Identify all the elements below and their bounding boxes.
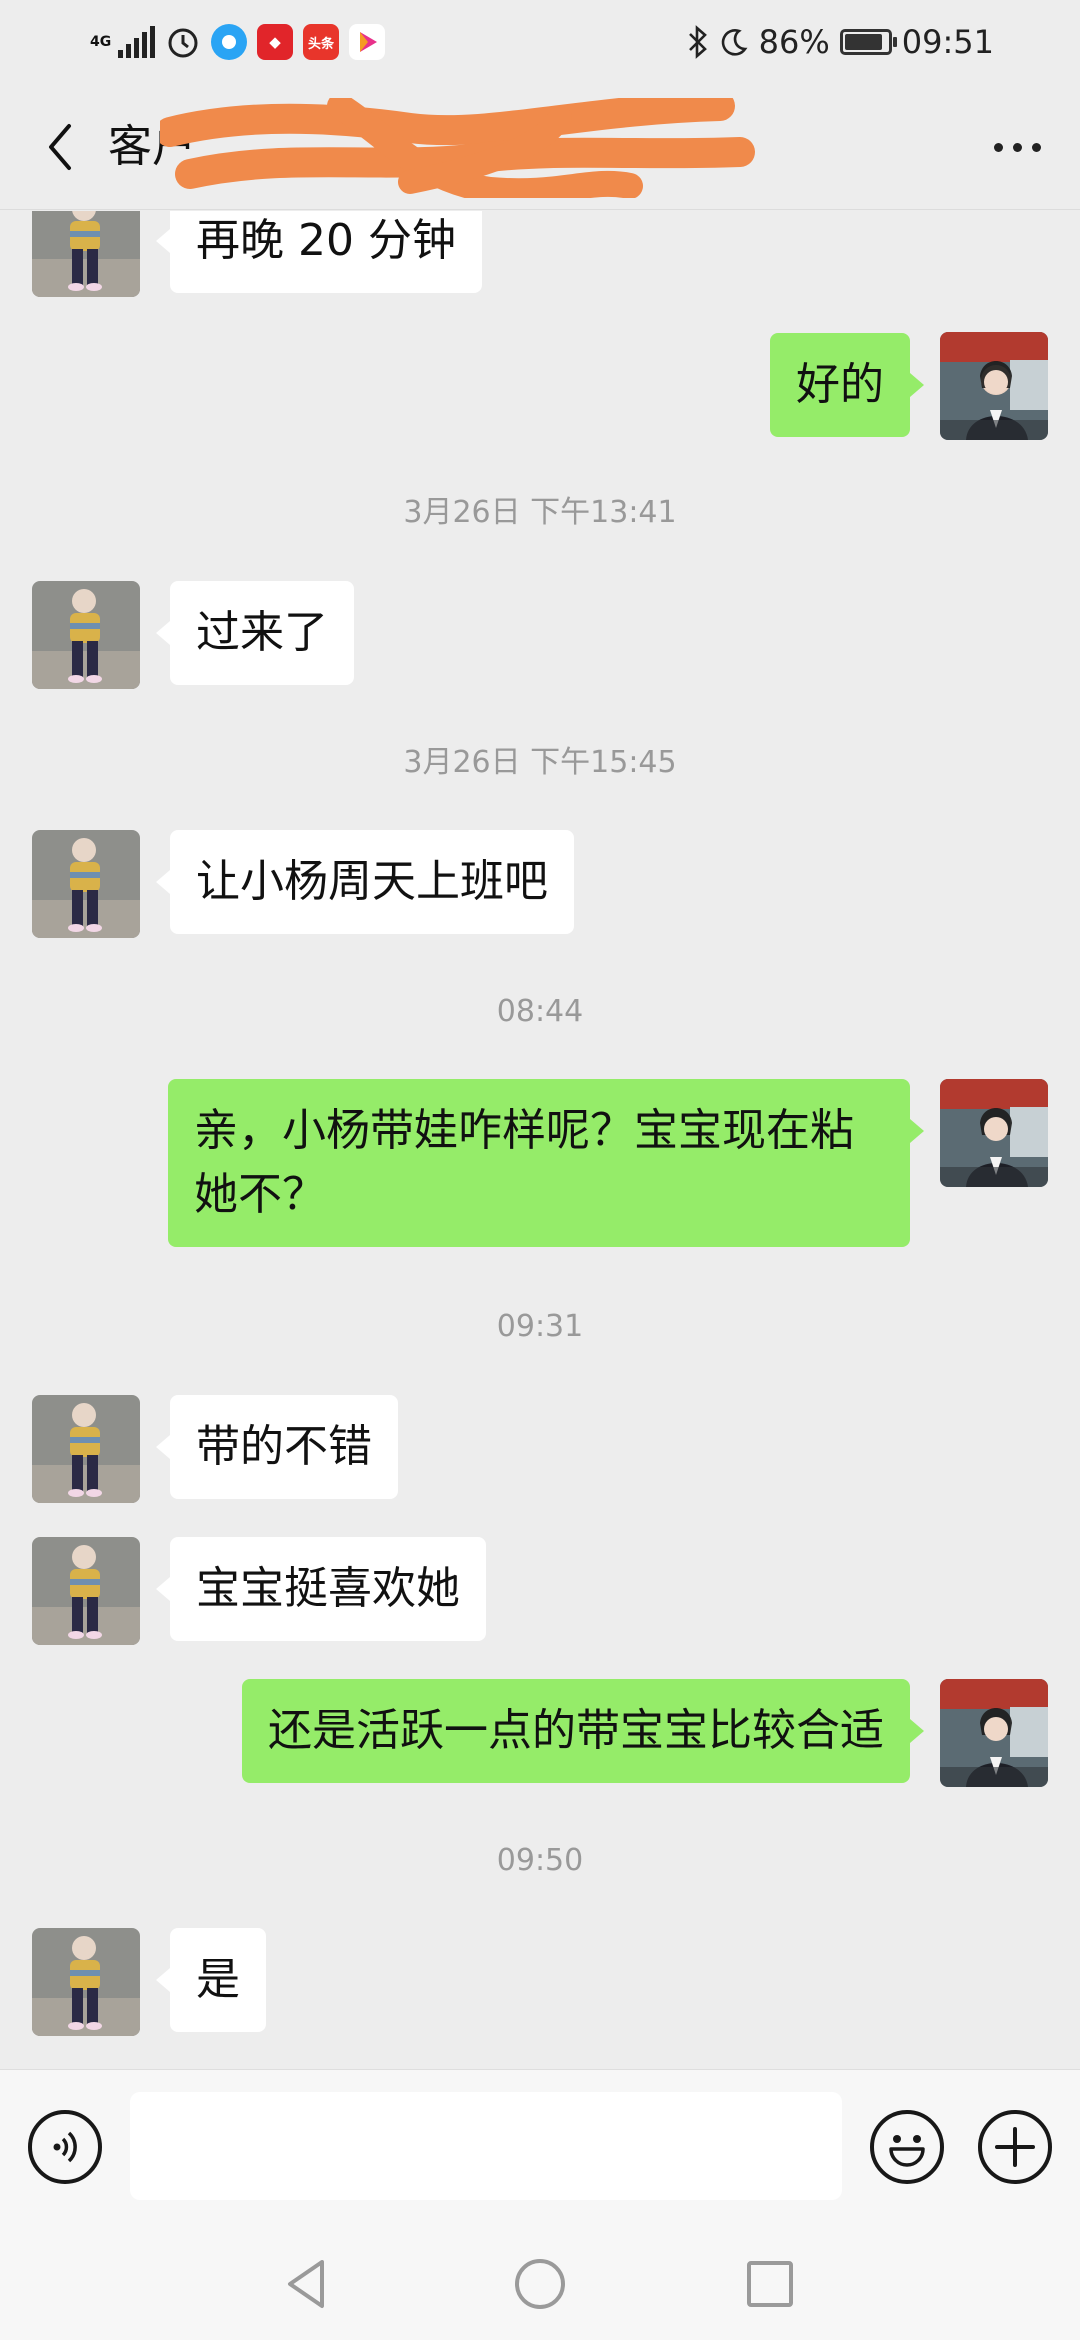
message-bubble-incoming[interactable]: 是 bbox=[156, 1928, 266, 2032]
chat-header: 客户 bbox=[0, 84, 1080, 210]
message-bubble-outgoing[interactable]: 亲，小杨带娃咋样呢？宝宝现在粘她不？ bbox=[168, 1079, 924, 1247]
browser-app-icon bbox=[211, 24, 247, 60]
message-bubble-incoming[interactable]: 再晚 20 分钟 bbox=[156, 211, 482, 293]
bluetooth-icon bbox=[688, 25, 707, 59]
user-avatar[interactable] bbox=[940, 1679, 1048, 1787]
plus-icon bbox=[995, 2127, 1035, 2167]
moon-icon bbox=[721, 29, 748, 56]
emoji-button[interactable] bbox=[870, 2110, 944, 2184]
weibo-app-icon: ◆ bbox=[257, 24, 293, 60]
nav-recents-icon[interactable] bbox=[738, 2252, 802, 2316]
emoji-icon bbox=[889, 2135, 925, 2167]
system-nav-bar bbox=[0, 2224, 1080, 2340]
network-type: 4G bbox=[90, 33, 112, 50]
message-input[interactable] bbox=[130, 2092, 842, 2200]
message-timestamp: 3月26日 下午13:41 bbox=[403, 495, 677, 530]
message-bubble-incoming[interactable]: 宝宝挺喜欢她 bbox=[156, 1537, 486, 1641]
signal-icon bbox=[118, 26, 155, 58]
message-bubble-outgoing[interactable]: 好的 bbox=[770, 333, 924, 437]
user-avatar[interactable] bbox=[940, 1079, 1048, 1187]
plus-button[interactable] bbox=[978, 2110, 1052, 2184]
message-bubble-outgoing[interactable]: 还是活跃一点的带宝宝比较合适 bbox=[242, 1679, 924, 1783]
message-bubble-incoming[interactable]: 过来了 bbox=[156, 581, 354, 685]
nav-back-icon[interactable] bbox=[276, 2252, 340, 2316]
voice-icon bbox=[53, 2131, 77, 2163]
video-app-icon bbox=[349, 24, 385, 60]
battery-icon bbox=[839, 29, 897, 55]
voice-button[interactable] bbox=[28, 2110, 102, 2184]
message-timestamp: 08:44 bbox=[496, 994, 584, 1029]
message-timestamp: 09:50 bbox=[496, 1843, 584, 1878]
status-bar: 4G ◆ 头条 86% 09:51 bbox=[0, 0, 1080, 84]
message-bubble-incoming[interactable]: 让小杨周天上班吧 bbox=[156, 830, 574, 934]
status-right: 86% 09:51 bbox=[687, 20, 994, 64]
message-timestamp: 3月26日 下午15:45 bbox=[403, 745, 677, 780]
contact-avatar[interactable] bbox=[32, 830, 140, 938]
user-avatar[interactable] bbox=[940, 332, 1048, 440]
status-left: 4G ◆ 头条 bbox=[90, 20, 385, 64]
contact-avatar[interactable] bbox=[32, 211, 140, 297]
chevron-left-icon bbox=[49, 124, 71, 170]
more-options-button[interactable] bbox=[984, 117, 1050, 177]
message-timestamp: 09:31 bbox=[496, 1309, 584, 1344]
more-dots-icon bbox=[993, 142, 1003, 152]
redaction-scribble bbox=[160, 98, 755, 198]
nav-home-icon[interactable] bbox=[508, 2252, 572, 2316]
status-time: 09:51 bbox=[901, 23, 994, 61]
contact-avatar[interactable] bbox=[32, 1537, 140, 1645]
contact-avatar[interactable] bbox=[32, 1928, 140, 2036]
message-list[interactable]: 再晚 20 分钟 好的 3月26日 下午13:41 过来了 3月26日 下午15… bbox=[0, 211, 1080, 2069]
message-bubble-incoming[interactable]: 带的不错 bbox=[156, 1395, 398, 1499]
input-bar bbox=[0, 2069, 1080, 2224]
battery-percent: 86% bbox=[758, 23, 830, 61]
toutiao-app-icon: 头条 bbox=[303, 24, 339, 60]
back-button[interactable] bbox=[30, 117, 90, 177]
alarm-icon bbox=[168, 28, 198, 58]
contact-avatar[interactable] bbox=[32, 581, 140, 689]
contact-avatar[interactable] bbox=[32, 1395, 140, 1503]
